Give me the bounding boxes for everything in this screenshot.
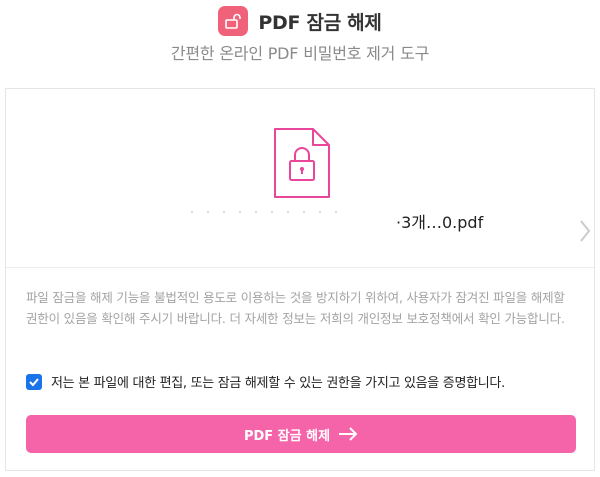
header: PDF 잠금 해제 간편한 온라인 PDF 비밀번호 제거 도구 <box>0 0 600 70</box>
checkmark-icon <box>29 377 39 386</box>
unlock-pdf-button-label: PDF 잠금 해제 <box>243 428 331 444</box>
file-name: ·3개…0.pdf <box>396 213 484 232</box>
divider <box>6 267 594 268</box>
consent-row[interactable]: 저는 본 파일에 대한 편집, 또는 잠금 해제할 수 있는 권한을 가지고 있… <box>26 372 505 391</box>
notice-text: 파일 잠금을 해제 기능을 불법적인 용도로 이용하는 것을 방지하기 위하여,… <box>26 290 565 326</box>
locked-pdf-file-icon <box>274 128 330 198</box>
consent-checkbox[interactable] <box>26 373 42 390</box>
consent-label: 저는 본 파일에 대한 편집, 또는 잠금 해제할 수 있는 권한을 가지고 있… <box>51 376 505 391</box>
file-name-hidden-part <box>191 209 401 215</box>
unlock-card: ·3개…0.pdf 파일 잠금을 해제 기능을 불법적인 용도로 이용하는 것을… <box>5 88 595 471</box>
arrow-right-icon <box>339 427 358 441</box>
unlock-pdf-button[interactable]: PDF 잠금 해제 <box>26 415 576 453</box>
title-row: PDF 잠금 해제 <box>0 6 600 36</box>
page-subtitle: 간편한 온라인 PDF 비밀번호 제거 도구 <box>170 44 430 63</box>
file-preview: ·3개…0.pdf <box>6 89 594 267</box>
unlocked-padlock-icon <box>218 6 249 36</box>
chevron-right-icon[interactable] <box>578 219 592 243</box>
page-title: PDF 잠금 해제 <box>258 11 382 34</box>
